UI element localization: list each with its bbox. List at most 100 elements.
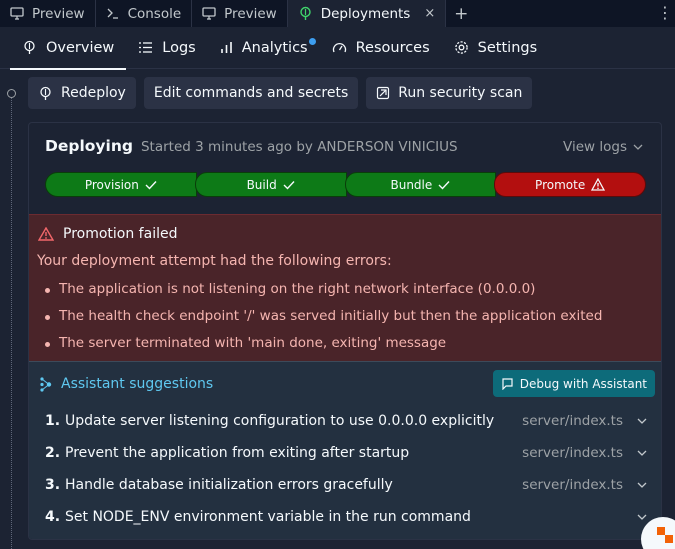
warning-icon [38, 227, 54, 241]
suggestion-row[interactable]: 3. Handle database initialization errors… [45, 469, 647, 501]
debug-button-label: Debug with Assistant [519, 376, 647, 391]
deployments-icon [40, 86, 51, 100]
tab-analytics[interactable]: Analytics [208, 27, 320, 69]
tab-logs[interactable]: Logs [126, 27, 207, 69]
tab-preview-2[interactable]: Preview [192, 0, 288, 27]
tab-label: Preview [224, 5, 277, 22]
check-icon [145, 180, 157, 190]
error-item: The server terminated with 'main done, e… [45, 335, 602, 362]
monitor-icon [202, 7, 216, 20]
bullet [45, 342, 50, 347]
tab-resources-label: Resources [355, 39, 430, 56]
suggestion-row[interactable]: 2. Prevent the application from exiting … [45, 437, 647, 469]
assistant-icon [40, 376, 52, 392]
debug-with-assistant-button[interactable]: Debug with Assistant [492, 370, 655, 397]
suggestion-file: server/index.ts [522, 477, 623, 493]
stage-label: Promote [535, 177, 586, 192]
bar-chart-icon [220, 42, 232, 53]
error-intro: Your deployment attempt had the followin… [37, 253, 392, 269]
error-item: The health check endpoint '/' was served… [45, 308, 602, 335]
deployments-icon [300, 6, 311, 20]
suggestion-text: Update server listening configuration to… [65, 413, 495, 429]
new-tab-button[interactable]: + [446, 0, 476, 27]
error-panel: Promotion failed Your deployment attempt… [29, 214, 661, 362]
tab-label: Console [127, 5, 182, 22]
check-icon [283, 180, 295, 190]
security-scan-label: Run security scan [398, 85, 523, 101]
edit-commands-button[interactable]: Edit commands and secrets [143, 77, 359, 109]
chevron-down-icon[interactable] [637, 482, 647, 489]
tab-overview-label: Overview [46, 39, 115, 56]
tab-label: Preview [32, 5, 85, 22]
edit-commands-label: Edit commands and secrets [153, 85, 349, 101]
tab-analytics-label: Analytics [241, 39, 308, 56]
timeline-rail [11, 93, 12, 549]
bullet [45, 288, 50, 293]
timeline-node [7, 89, 16, 98]
terminal-icon [107, 8, 118, 19]
error-item: The application is not listening on the … [45, 281, 602, 308]
tab-resources[interactable]: Resources [320, 27, 442, 69]
deployments-icon [24, 40, 35, 54]
chevron-down-icon[interactable] [637, 450, 647, 457]
stage-label: Bundle [390, 177, 433, 192]
check-icon [438, 180, 450, 190]
deployment-actions: Redeploy Edit commands and secrets Run s… [28, 77, 533, 109]
deployment-header: Deploying Started 3 minutes ago by ANDER… [45, 137, 458, 155]
deployment-meta: Started 3 minutes ago by ANDERSON VINICI… [140, 139, 458, 155]
assistant-title: Assistant suggestions [61, 376, 214, 392]
tab-preview-1[interactable]: Preview [0, 0, 96, 27]
tab-console[interactable]: Console [96, 0, 193, 27]
suggestion-number: 3. [45, 477, 61, 493]
view-logs-label: View logs [563, 139, 627, 155]
error-text: The server terminated with 'main done, e… [59, 335, 447, 351]
stage-build: Build [194, 172, 347, 197]
stage-promote: Promote [494, 172, 646, 197]
error-title-row: Promotion failed [38, 226, 177, 242]
assistant-title-row: Assistant suggestions [39, 376, 213, 392]
error-text: The application is not listening on the … [59, 281, 536, 297]
monitor-icon [10, 7, 24, 20]
view-logs-button[interactable]: View logs [563, 139, 643, 155]
suggestion-text: Set NODE_ENV environment variable in the… [65, 509, 471, 525]
suggestion-row[interactable]: 1. Update server listening configuration… [45, 405, 647, 437]
gauge-icon [332, 42, 346, 53]
notification-dot [308, 37, 316, 45]
redeploy-label: Redeploy [61, 85, 126, 101]
error-text: The health check endpoint '/' was served… [59, 308, 603, 324]
assistant-suggestions-panel: Assistant suggestions Debug with Assista… [29, 362, 661, 539]
chat-icon [502, 377, 513, 390]
suggestion-number: 2. [45, 445, 61, 461]
workspace-tab-bar: Preview Console Preview Deployments × + [0, 0, 675, 27]
deployment-card: Deploying Started 3 minutes ago by ANDER… [28, 122, 662, 540]
tab-label: Deployments [320, 5, 411, 22]
external-scan-icon [377, 86, 390, 100]
security-scan-button[interactable]: Run security scan [366, 77, 533, 109]
tab-overview[interactable]: Overview [10, 27, 127, 70]
suggestion-number: 1. [45, 413, 61, 429]
deployment-status: Deploying [45, 137, 133, 155]
suggestion-file: server/index.ts [522, 445, 623, 461]
chevron-down-icon[interactable] [637, 418, 647, 425]
tab-settings[interactable]: Settings [442, 27, 549, 69]
suggestion-row[interactable]: 4. Set NODE_ENV environment variable in … [45, 501, 647, 533]
close-tab-icon[interactable]: × [424, 6, 435, 21]
chevron-down-icon [633, 144, 643, 150]
gear-icon [454, 41, 468, 54]
stage-label: Build [246, 177, 277, 192]
deployment-subnav: Overview Logs Analytics Resources Settin… [0, 27, 675, 70]
suggestion-text: Prevent the application from exiting aft… [65, 445, 410, 461]
tab-logs-label: Logs [162, 39, 196, 56]
deployment-pipeline: Provision Build Bundle Promote [45, 172, 646, 197]
chevron-down-icon[interactable] [637, 514, 647, 521]
bullet [45, 315, 50, 320]
redeploy-button[interactable]: Redeploy [28, 77, 136, 109]
error-title: Promotion failed [63, 226, 178, 242]
stage-provision: Provision [45, 172, 197, 197]
stage-bundle: Bundle [344, 172, 497, 197]
tab-deployments[interactable]: Deployments × [287, 0, 447, 27]
suggestion-file: server/index.ts [522, 413, 623, 429]
more-options-icon[interactable]: ⋮ [657, 5, 673, 21]
suggestion-text: Handle database initialization errors gr… [65, 477, 393, 493]
tab-settings-label: Settings [477, 39, 538, 56]
